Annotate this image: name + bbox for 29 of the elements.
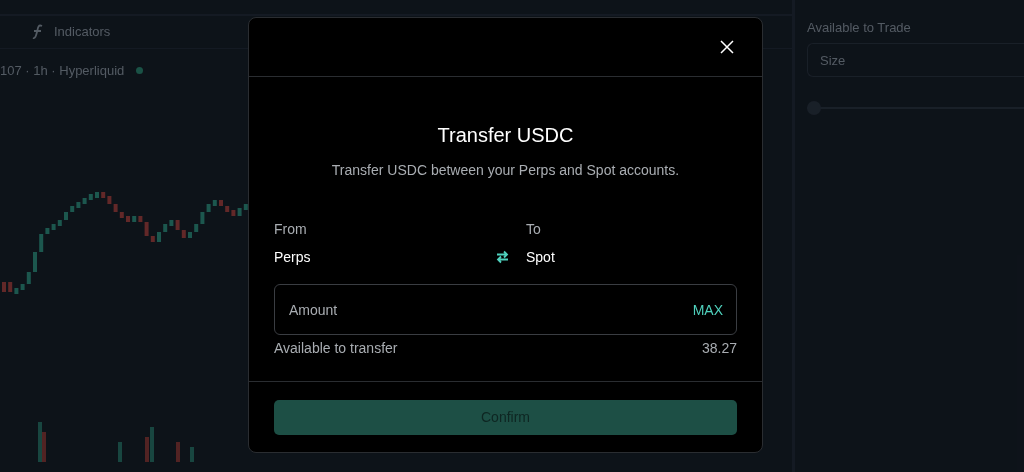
indicators-button[interactable]: Indicators	[32, 24, 111, 40]
volume-bar	[190, 447, 194, 462]
size-field[interactable]: Size	[807, 43, 1024, 77]
candle	[64, 212, 68, 220]
candle	[188, 232, 192, 238]
candle	[219, 200, 223, 206]
function-icon	[32, 24, 44, 40]
to-label: To	[526, 221, 542, 237]
panel-label: Available to Trade	[807, 20, 912, 35]
available-label: Available to transfer	[274, 340, 398, 356]
amount-field[interactable]: Amount MAX	[274, 284, 737, 335]
dialog-subtitle: Transfer USDC between your Perps and Spot accounts.	[330, 162, 681, 178]
candle	[126, 216, 130, 222]
candle	[33, 252, 37, 272]
from-label: From	[274, 221, 308, 237]
chart-title: 107 · 1h · Hyperliquid	[0, 63, 125, 79]
available-amount: 38.27	[701, 340, 737, 356]
max-button[interactable]: MAX	[692, 301, 723, 318]
volume-bar	[176, 442, 180, 462]
from-account: Perps	[274, 249, 312, 265]
candle	[157, 232, 161, 242]
status-dot	[136, 67, 144, 75]
close-button[interactable]	[720, 40, 734, 54]
volume-bar	[118, 442, 122, 462]
swap-icon[interactable]	[496, 250, 509, 264]
candle	[2, 282, 6, 292]
dialog-title: Transfer USDC	[436, 124, 575, 147]
to-account: Spot	[526, 249, 556, 265]
candle	[95, 192, 99, 198]
